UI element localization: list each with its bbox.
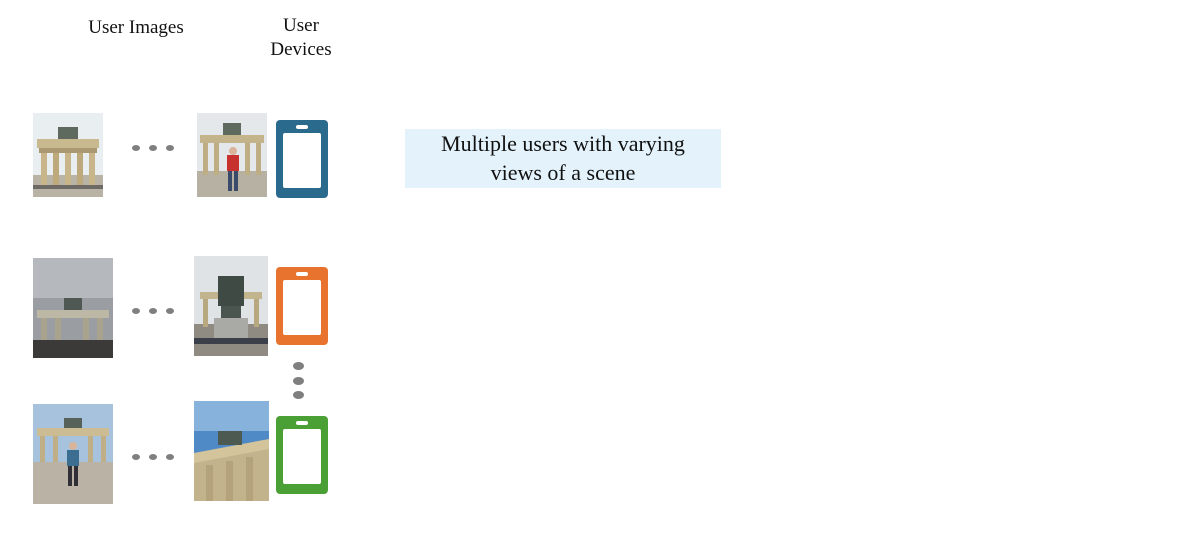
user-images-header: User Images <box>88 17 184 38</box>
smartphone-speaker <box>296 421 308 425</box>
user-image-row3-first <box>33 404 113 504</box>
user-device-2 <box>276 267 328 345</box>
user-image-row2-last <box>194 256 268 356</box>
user-image-row1-last <box>197 113 267 197</box>
user-image-row2-first <box>33 258 113 358</box>
smartphone-speaker <box>296 125 308 129</box>
vertical-ellipsis-dots <box>292 360 306 402</box>
ellipsis-dots-row3 <box>132 452 176 462</box>
caption-line1: Multiple users with varying <box>441 131 685 156</box>
smartphone-screen <box>283 429 321 484</box>
user-device-1 <box>276 120 328 198</box>
smartphone-screen <box>283 133 321 188</box>
caption-box: Multiple users with varying views of a s… <box>405 129 721 188</box>
user-devices-header-line2: Devices <box>270 39 332 60</box>
user-image-row3-last <box>194 401 269 501</box>
smartphone-screen <box>283 280 321 335</box>
user-devices-header: User Devices <box>258 14 344 62</box>
user-image-row1-first <box>33 113 103 197</box>
smartphone-speaker <box>296 272 308 276</box>
user-device-3 <box>276 416 328 494</box>
caption-line2: views of a scene <box>490 160 636 185</box>
ellipsis-dots-row2 <box>132 306 176 316</box>
user-devices-header-line1: User <box>283 15 319 36</box>
ellipsis-dots-row1 <box>132 143 176 153</box>
